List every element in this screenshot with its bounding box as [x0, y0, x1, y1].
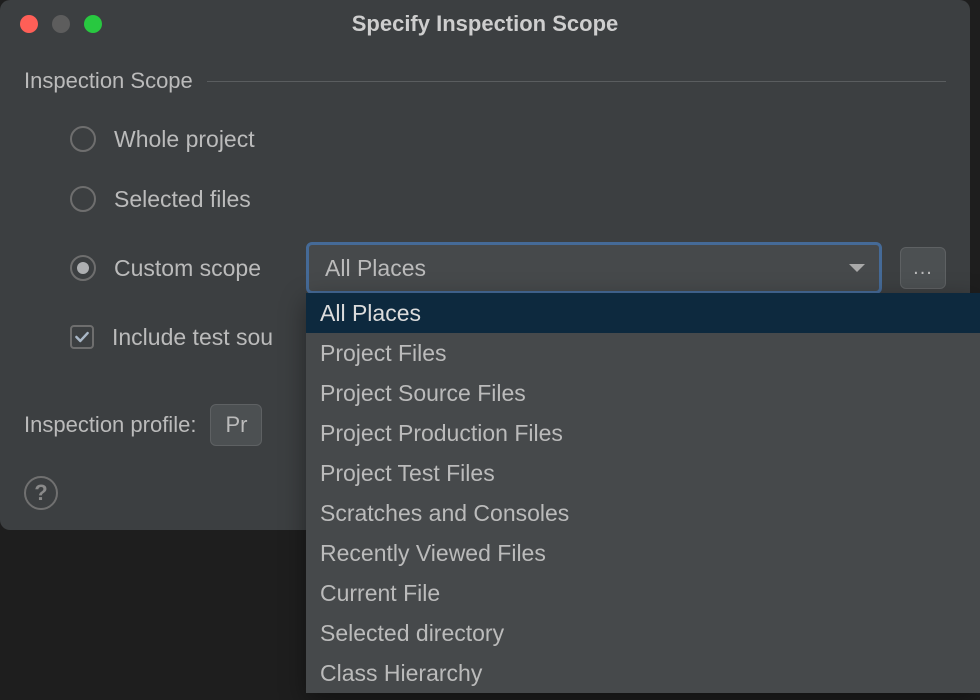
checkmark-icon: [73, 328, 91, 346]
dropdown-item[interactable]: Class Hierarchy: [306, 653, 980, 693]
maximize-icon[interactable]: [84, 15, 102, 33]
radio-icon[interactable]: [70, 186, 96, 212]
dropdown-value: All Places: [325, 255, 426, 282]
titlebar: Specify Inspection Scope: [0, 0, 970, 48]
option-label: Include test sou: [112, 324, 273, 351]
option-label: Custom scope: [114, 255, 261, 282]
dropdown-item[interactable]: Recently Viewed Files: [306, 533, 980, 573]
dropdown-item[interactable]: Selected directory: [306, 613, 980, 653]
divider: [207, 81, 946, 82]
dropdown-item[interactable]: Project Files: [306, 333, 980, 373]
dropdown-item[interactable]: Current File: [306, 573, 980, 613]
section-title: Inspection Scope: [24, 68, 193, 94]
scope-dropdown[interactable]: All Places: [306, 242, 882, 294]
custom-scope-radio-area[interactable]: Custom scope: [70, 255, 288, 282]
option-label: Whole project: [114, 126, 255, 153]
option-whole-project[interactable]: Whole project: [70, 122, 946, 156]
dropdown-item[interactable]: Project Production Files: [306, 413, 980, 453]
dialog-title: Specify Inspection Scope: [0, 11, 970, 37]
dropdown-item[interactable]: Project Source Files: [306, 373, 980, 413]
inspection-scope-dialog: Specify Inspection Scope Inspection Scop…: [0, 0, 970, 530]
help-icon: ?: [34, 480, 47, 506]
dropdown-item[interactable]: Scratches and Consoles: [306, 493, 980, 533]
radio-icon[interactable]: [70, 126, 96, 152]
help-button[interactable]: ?: [24, 476, 58, 510]
dropdown-item[interactable]: All Places: [306, 293, 980, 333]
profile-dropdown[interactable]: Pr: [210, 404, 262, 446]
window-controls: [0, 15, 102, 33]
profile-label: Inspection profile:: [24, 412, 196, 438]
chevron-down-icon: [849, 264, 865, 272]
scope-dropdown-list: All PlacesProject FilesProject Source Fi…: [306, 293, 980, 693]
section-header: Inspection Scope: [24, 68, 946, 94]
radio-icon[interactable]: [70, 255, 96, 281]
checkbox-icon[interactable]: [70, 325, 94, 349]
option-label: Selected files: [114, 186, 251, 213]
profile-value: Pr: [225, 412, 247, 438]
option-custom-scope: Custom scope All Places ...: [70, 242, 946, 294]
close-icon[interactable]: [20, 15, 38, 33]
option-selected-files[interactable]: Selected files: [70, 182, 946, 216]
dropdown-item[interactable]: Project Test Files: [306, 453, 980, 493]
edit-scope-button[interactable]: ...: [900, 247, 946, 289]
minimize-icon: [52, 15, 70, 33]
